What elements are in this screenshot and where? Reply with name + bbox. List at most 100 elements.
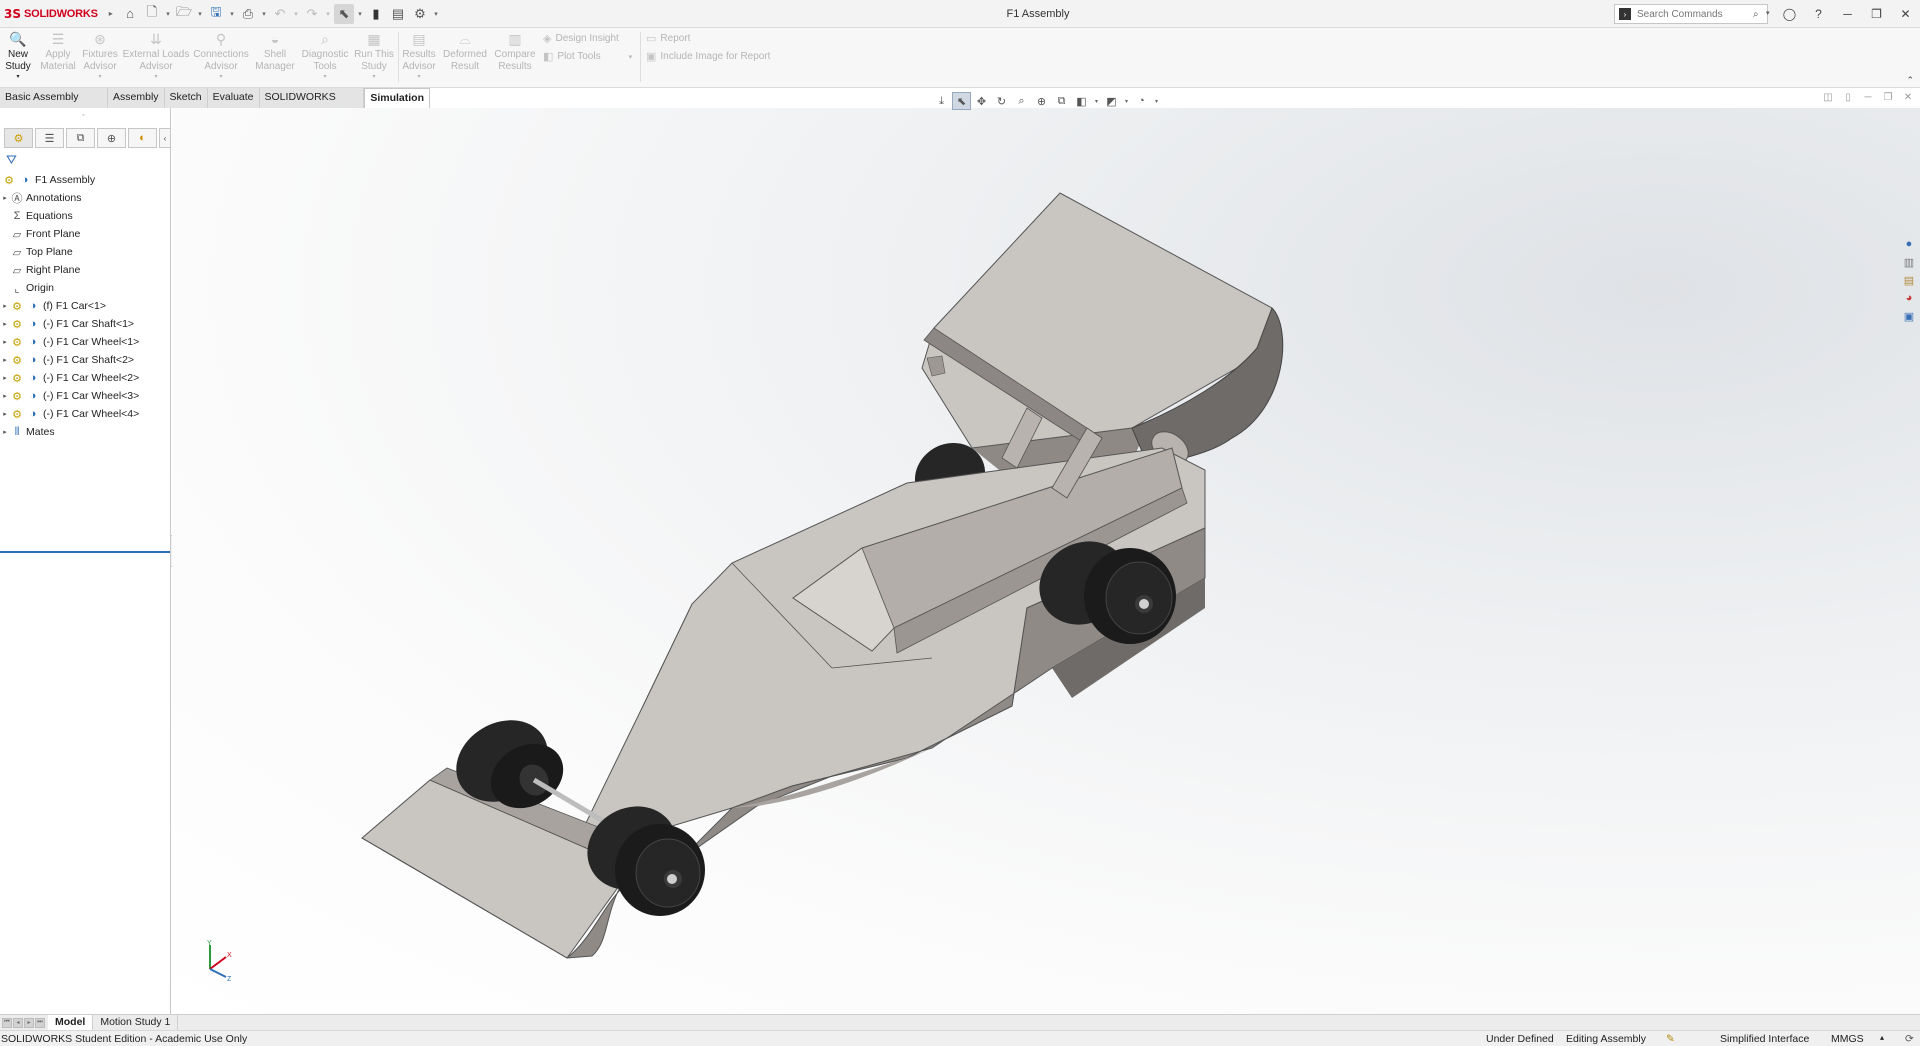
- view-orientation-icon[interactable]: ⤓: [932, 92, 951, 110]
- new-study-dropdown-icon[interactable]: ▾: [16, 73, 19, 81]
- new-dropdown-icon[interactable]: ▾: [164, 10, 172, 18]
- tab-model[interactable]: Model: [48, 1015, 94, 1030]
- viewport-layout-icon[interactable]: ▯: [1842, 92, 1854, 103]
- results-advisor-button[interactable]: ▤ Results Advisor ▾: [400, 30, 438, 86]
- fixtures-dropdown-icon[interactable]: ▾: [98, 73, 101, 81]
- expand-icon[interactable]: ▸: [0, 338, 10, 346]
- tree-item-mates[interactable]: ▸ ⫴ Mates: [0, 423, 170, 441]
- tree-item-annotations[interactable]: ▸ Ⓐ Annotations: [0, 189, 170, 207]
- tree-item-f1-car[interactable]: ▸ ⚙ ◑ (f) F1 Car<1>: [0, 297, 170, 315]
- minimize-icon[interactable]: ─: [1833, 0, 1862, 28]
- collapse-ribbon-icon[interactable]: ⌃: [1906, 75, 1914, 86]
- rotate-icon[interactable]: ↻: [992, 92, 1011, 110]
- expand-icon[interactable]: ▸: [0, 374, 10, 382]
- select-mode-icon[interactable]: ⬉: [952, 92, 971, 110]
- select-dropdown-icon[interactable]: ▾: [356, 10, 364, 18]
- zoom-to-fit-icon[interactable]: ⌕: [1012, 92, 1031, 110]
- print-icon[interactable]: ⎙: [238, 4, 258, 24]
- viewport-minimize-icon[interactable]: ─: [1862, 92, 1874, 103]
- tree-item-f1-car-wheel-3[interactable]: ▸ ⚙ ◑ (-) F1 Car Wheel<3>: [0, 387, 170, 405]
- section-view-icon[interactable]: ◧: [1072, 92, 1091, 110]
- pan-icon[interactable]: ✥: [972, 92, 991, 110]
- first-tab-icon[interactable]: ⏮: [2, 1017, 12, 1028]
- unit-system-dropdown-icon[interactable]: ▴: [1880, 1033, 1884, 1042]
- undo-dropdown-icon[interactable]: ▾: [292, 10, 300, 18]
- solidworks-resources-icon[interactable]: ●: [1901, 236, 1917, 252]
- search-input[interactable]: [1637, 8, 1747, 20]
- options-icon[interactable]: ⚙: [410, 4, 430, 24]
- graphics-area[interactable]: Y X Z ● ▥ ▤ ◕ ▣: [172, 108, 1920, 1014]
- redo-icon[interactable]: ↷: [302, 4, 322, 24]
- search-commands[interactable]: › ⌕: [1614, 4, 1768, 24]
- tab-assembly[interactable]: Assembly: [108, 88, 165, 108]
- last-tab-icon[interactable]: ⏭: [35, 1017, 45, 1028]
- viewport-close-icon[interactable]: ✕: [1902, 92, 1914, 103]
- expand-icon[interactable]: ▸: [0, 428, 10, 436]
- expand-icon[interactable]: ▸: [0, 410, 10, 418]
- brand-menu-arrow-icon[interactable]: ▸: [109, 9, 113, 18]
- interface-mode[interactable]: Simplified Interface: [1720, 1033, 1809, 1045]
- viewport-restore-icon[interactable]: ❐: [1882, 92, 1894, 103]
- prev-tab-icon[interactable]: ◂: [13, 1017, 23, 1028]
- design-library-icon[interactable]: ▥: [1901, 254, 1917, 270]
- run-study-button[interactable]: ▦ Run This Study ▾: [352, 30, 396, 86]
- results-advisor-dropdown-icon[interactable]: ▾: [417, 73, 420, 81]
- diagnostic-dropdown-icon[interactable]: ▾: [323, 73, 326, 81]
- display-style-icon[interactable]: ◩: [1102, 92, 1121, 110]
- tab-simulation[interactable]: Simulation: [364, 88, 430, 108]
- tree-item-f1-car-wheel-1[interactable]: ▸ ⚙ ◑ (-) F1 Car Wheel<1>: [0, 333, 170, 351]
- search-dropdown-icon[interactable]: ▾: [1766, 9, 1770, 17]
- hide-show-dropdown-icon[interactable]: ▾: [1152, 98, 1161, 105]
- fixtures-advisor-button[interactable]: ⊛ Fixtures Advisor ▾: [79, 30, 121, 86]
- diagnostic-tools-button[interactable]: ⌕ Diagnostic Tools ▾: [300, 30, 350, 86]
- run-study-dropdown-icon[interactable]: ▾: [372, 73, 375, 81]
- deformed-result-button[interactable]: ⌓ Deformed Result: [440, 30, 490, 86]
- close-icon[interactable]: ✕: [1891, 0, 1920, 28]
- design-insight-button[interactable]: ◈ Design Insight: [543, 32, 619, 45]
- expand-icon[interactable]: ▸: [0, 320, 10, 328]
- zoom-to-area-icon[interactable]: ⊕: [1032, 92, 1051, 110]
- section-view-dropdown-icon[interactable]: ▾: [1092, 98, 1101, 105]
- unit-system[interactable]: MMGS: [1831, 1033, 1864, 1045]
- dimxpertmanager-tab-icon[interactable]: ⊕: [97, 128, 126, 148]
- tree-item-equations[interactable]: Σ Equations: [0, 207, 170, 225]
- display-style-dropdown-icon[interactable]: ▾: [1122, 98, 1131, 105]
- tree-item-front-plane[interactable]: ▱ Front Plane: [0, 225, 170, 243]
- rebuild-status-icon[interactable]: ✎: [1666, 1033, 1675, 1045]
- undo-icon[interactable]: ↶: [270, 4, 290, 24]
- solidworks-logo[interactable]: 3S SOLIDWORKS ▸: [0, 7, 113, 21]
- tabs-prev-icon[interactable]: ‹: [159, 128, 171, 148]
- displaymanager-tab-icon[interactable]: ◐: [128, 128, 157, 148]
- hide-show-items-icon[interactable]: ◔: [1132, 92, 1151, 110]
- rebuild-icon[interactable]: ▮: [366, 4, 386, 24]
- redo-dropdown-icon[interactable]: ▾: [324, 10, 332, 18]
- viewport-tile-icon[interactable]: ◫: [1822, 92, 1834, 103]
- appearances-icon[interactable]: ◕: [1901, 290, 1917, 306]
- tab-solidworks-cam[interactable]: SOLIDWORKS CAM: [259, 88, 365, 122]
- tree-item-top-plane[interactable]: ▱ Top Plane: [0, 243, 170, 261]
- rollback-bar[interactable]: [0, 551, 170, 553]
- expand-icon[interactable]: ▸: [0, 392, 10, 400]
- apply-material-button[interactable]: ☰ Apply Material: [38, 30, 78, 86]
- plot-tools-button[interactable]: ◧ Plot Tools ▾: [543, 50, 632, 63]
- panel-grip-icon[interactable]: ◦: [82, 112, 84, 119]
- tab-basic-assembly-tools[interactable]: Basic Assembly Tools: [0, 88, 109, 122]
- tab-sketch[interactable]: Sketch: [164, 88, 208, 108]
- user-account-icon[interactable]: ◯: [1775, 0, 1804, 28]
- shell-manager-button[interactable]: ◒ Shell Manager: [255, 30, 295, 86]
- include-image-button[interactable]: ▣ Include Image for Report: [646, 50, 770, 63]
- report-button[interactable]: ▭ Report: [646, 32, 690, 45]
- status-bar-icon[interactable]: ⟳: [1905, 1033, 1914, 1045]
- connections-dropdown-icon[interactable]: ▾: [219, 73, 222, 81]
- tree-item-f1-car-shaft-1[interactable]: ▸ ⚙ ◑ (-) F1 Car Shaft<1>: [0, 315, 170, 333]
- configurationmanager-tab-icon[interactable]: ⧉: [66, 128, 95, 148]
- expand-icon[interactable]: ▸: [0, 302, 10, 310]
- tree-item-f1-car-wheel-2[interactable]: ▸ ⚙ ◑ (-) F1 Car Wheel<2>: [0, 369, 170, 387]
- next-tab-icon[interactable]: ▸: [24, 1017, 34, 1028]
- f1-car-model[interactable]: [172, 108, 1920, 1014]
- tree-item-f1-car-shaft-2[interactable]: ▸ ⚙ ◑ (-) F1 Car Shaft<2>: [0, 351, 170, 369]
- external-loads-advisor-button[interactable]: ⇊ External Loads Advisor ▾: [122, 30, 190, 86]
- featuremanager-tab-icon[interactable]: ⚙: [4, 128, 33, 148]
- open-icon[interactable]: 🗁: [174, 4, 194, 24]
- print-dropdown-icon[interactable]: ▾: [260, 10, 268, 18]
